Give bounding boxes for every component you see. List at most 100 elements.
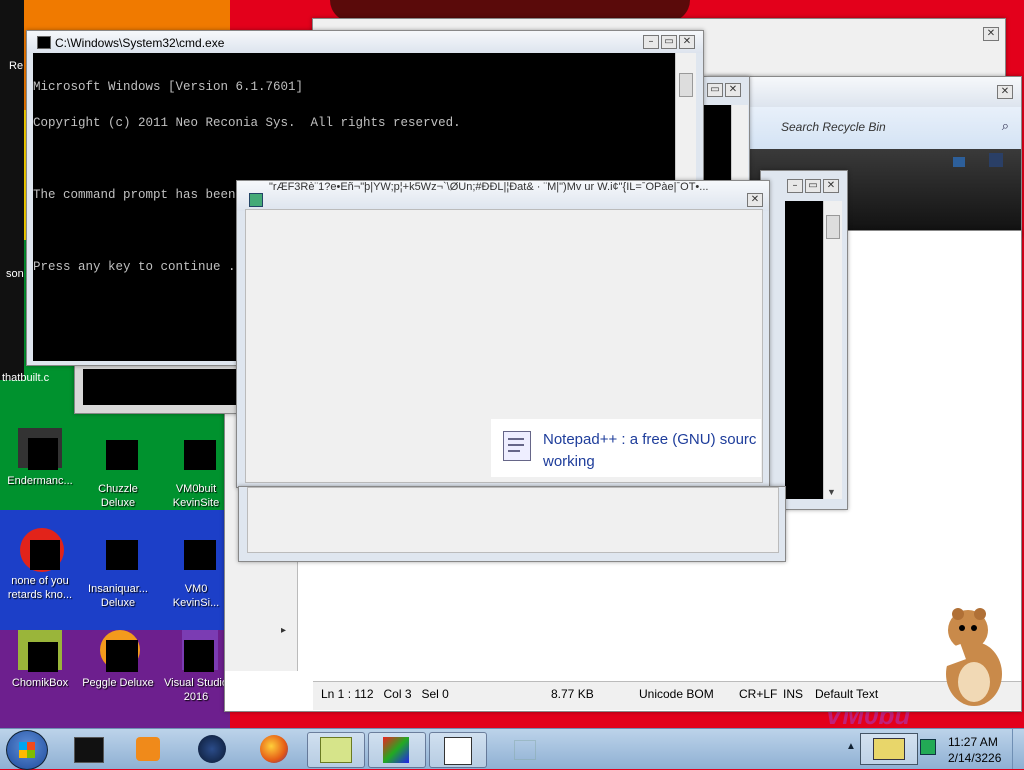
recycle-bin-titlebar[interactable]: ✕: [707, 77, 1021, 107]
taskbar-firefox[interactable]: [246, 732, 302, 766]
close-icon[interactable]: ✕: [747, 193, 763, 207]
desktop-icon-endermanch[interactable]: Endermanc...: [4, 428, 76, 488]
desktop-icon-label: Visual Studio 2016: [163, 677, 228, 703]
garbled-titlebar[interactable]: "rÆF3Rè¨1?e•Eñ¬"þ|YW;p¦+k5Wz¬`\ØUn;#ÐÐL|…: [237, 181, 769, 211]
desktop-icon-vm0-kevinsite[interactable]: VM0 KevinSi...: [160, 536, 232, 610]
desktop-label-re: Re: [9, 60, 24, 72]
minimize-icon[interactable]: –: [643, 35, 659, 49]
app-icon: [514, 740, 536, 760]
minimize-icon[interactable]: –: [787, 179, 803, 193]
background-console-window-3[interactable]: – ▭ ✕ ▼: [760, 170, 848, 510]
keys-icon: [444, 737, 472, 765]
tray-notepadpp-icon[interactable]: [860, 733, 918, 765]
desktop-icon-insaniquarium[interactable]: Insaniquar... Deluxe: [82, 536, 154, 610]
cmd-titlebar[interactable]: C:\Windows\System32\cmd.exe – ▭ ✕: [27, 31, 703, 53]
desktop-icon-peggle[interactable]: Peggle Deluxe: [82, 630, 154, 690]
vm0-icon: [174, 536, 218, 580]
search-input[interactable]: Search Recycle Bin ⌕: [767, 113, 1017, 139]
background-console-screen: [785, 201, 823, 499]
taskbar-app-8[interactable]: [496, 732, 552, 766]
search-placeholder: Search Recycle Bin: [781, 120, 886, 134]
desktop-icon-label: ChomikBox: [11, 677, 69, 689]
insaniquarium-icon: [96, 536, 140, 580]
empty-dialog-content: [247, 487, 779, 553]
view-icon[interactable]: [953, 157, 965, 167]
notification-line-2: working: [543, 453, 595, 470]
notepadpp-statusbar: Ln 1 : 112 Col 3 Sel 0 8.77 KB Unicode B…: [313, 681, 1021, 710]
clock-date[interactable]: 2/14/3226: [948, 751, 1001, 765]
endermanch-icon: [18, 428, 62, 472]
empty-dialog-window[interactable]: [238, 486, 786, 562]
close-icon[interactable]: ✕: [679, 35, 695, 49]
garbled-window[interactable]: "rÆF3Rè¨1?e•Eñ¬"þ|YW;p¦+k5Wz¬`\ØUn;#ÐÐL|…: [236, 180, 770, 488]
scroll-thumb[interactable]: [679, 73, 693, 97]
status-position: Ln 1 : 112 Col 3 Sel 0: [321, 687, 449, 701]
search-icon: ⌕: [1001, 118, 1009, 133]
desktop-icon-chuzzle[interactable]: Chuzzle Deluxe: [82, 436, 154, 510]
close-icon[interactable]: ✕: [983, 27, 999, 41]
taskbar-media-player[interactable]: [120, 732, 176, 766]
desktop-icon-none-of-you[interactable]: none of you retards kno...: [4, 528, 76, 602]
desktop-icon-vm0buit[interactable]: VM0buit KevinSite: [160, 436, 232, 510]
taskbar-notepadpp[interactable]: [307, 732, 365, 768]
taskbar-app-3[interactable]: [184, 732, 240, 766]
peggle-icon: [96, 630, 140, 674]
browser-icon: [18, 528, 64, 572]
maximize-icon[interactable]: ▭: [661, 35, 677, 49]
network-icon[interactable]: [920, 739, 936, 755]
clock-time[interactable]: 11:27 AM: [948, 735, 998, 749]
notepadpp-icon: [320, 737, 352, 763]
chuzzle-icon: [96, 436, 140, 480]
desktop-icon-label: none of you retards kno...: [7, 575, 73, 601]
paint-icon: [383, 737, 409, 763]
taskbar-app-7[interactable]: [429, 732, 487, 768]
taskbar-app-1[interactable]: [60, 732, 116, 766]
notepadpp-notification[interactable]: Notepad++ : a free (GNU) sourc working: [491, 419, 761, 477]
status-lang: Default Text: [815, 687, 879, 701]
close-icon[interactable]: ✕: [997, 85, 1013, 99]
desktop-label-son: son: [6, 268, 24, 280]
desktop-icon-label: Endermanc...: [7, 475, 73, 487]
desktop-label-thatbuilt: thatbuilt.c: [2, 372, 50, 384]
taskbar-app-6[interactable]: [368, 732, 426, 768]
notification-line-1: Notepad++ : a free (GNU) sourc: [543, 431, 757, 448]
status-size: 8.77 KB: [551, 687, 594, 701]
desktop-icon-label: Chuzzle Deluxe: [98, 483, 138, 509]
status-mode: INS: [783, 687, 804, 701]
taskbar: ▲ 11:27 AM 2/14/3226: [0, 728, 1024, 770]
app-icon: [74, 737, 104, 763]
wallpaper-dark-strip: [0, 0, 24, 380]
recycle-bin-address-area: Search Recycle Bin ⌕: [707, 107, 1021, 149]
globe-icon: [198, 735, 226, 763]
vertical-scrollbar[interactable]: ▼: [823, 201, 842, 499]
visual-studio-icon: [174, 630, 218, 674]
desktop-icon-visual-studio[interactable]: Visual Studio 2016: [160, 630, 232, 704]
console-line: Copyright (c) 2011 Neo Reconia Sys. All …: [33, 116, 461, 130]
desktop-icon-label: Insaniquar... Deluxe: [88, 583, 148, 609]
background-console-screen: [83, 369, 243, 405]
maximize-icon[interactable]: ▭: [805, 179, 821, 193]
close-icon[interactable]: ✕: [725, 83, 741, 97]
cmd-icon: [37, 36, 51, 49]
scroll-down-icon[interactable]: ▼: [827, 487, 836, 497]
garbled-title: "rÆF3Rè¨1?e•Eñ¬"þ|YW;p¦+k5Wz¬`\ØUn;#ÐÐL|…: [269, 181, 709, 193]
start-button[interactable]: [6, 730, 48, 770]
firefox-icon: [260, 735, 288, 763]
desktop-icon-label: VM0buit KevinSite: [172, 483, 220, 509]
show-desktop-button[interactable]: [1012, 729, 1024, 769]
close-icon[interactable]: ✕: [823, 179, 839, 193]
show-hidden-icons-icon[interactable]: ▲: [846, 741, 856, 752]
vertical-scrollbar[interactable]: [731, 105, 748, 191]
scroll-thumb[interactable]: [826, 215, 840, 239]
hamster-sticker: [934, 604, 1006, 708]
chomikbox-icon: [18, 630, 62, 674]
desktop-icon-label: Peggle Deluxe: [82, 677, 154, 689]
chevron-right-icon[interactable]: ▸: [281, 625, 286, 636]
media-player-icon: [136, 737, 160, 761]
notepadpp-tray-icon: [873, 738, 905, 760]
desktop-icon-chomikbox[interactable]: ChomikBox: [4, 630, 76, 690]
maximize-icon[interactable]: ▭: [707, 83, 723, 97]
details-icon[interactable]: [989, 153, 1003, 167]
status-eol: CR+LF: [739, 687, 778, 701]
